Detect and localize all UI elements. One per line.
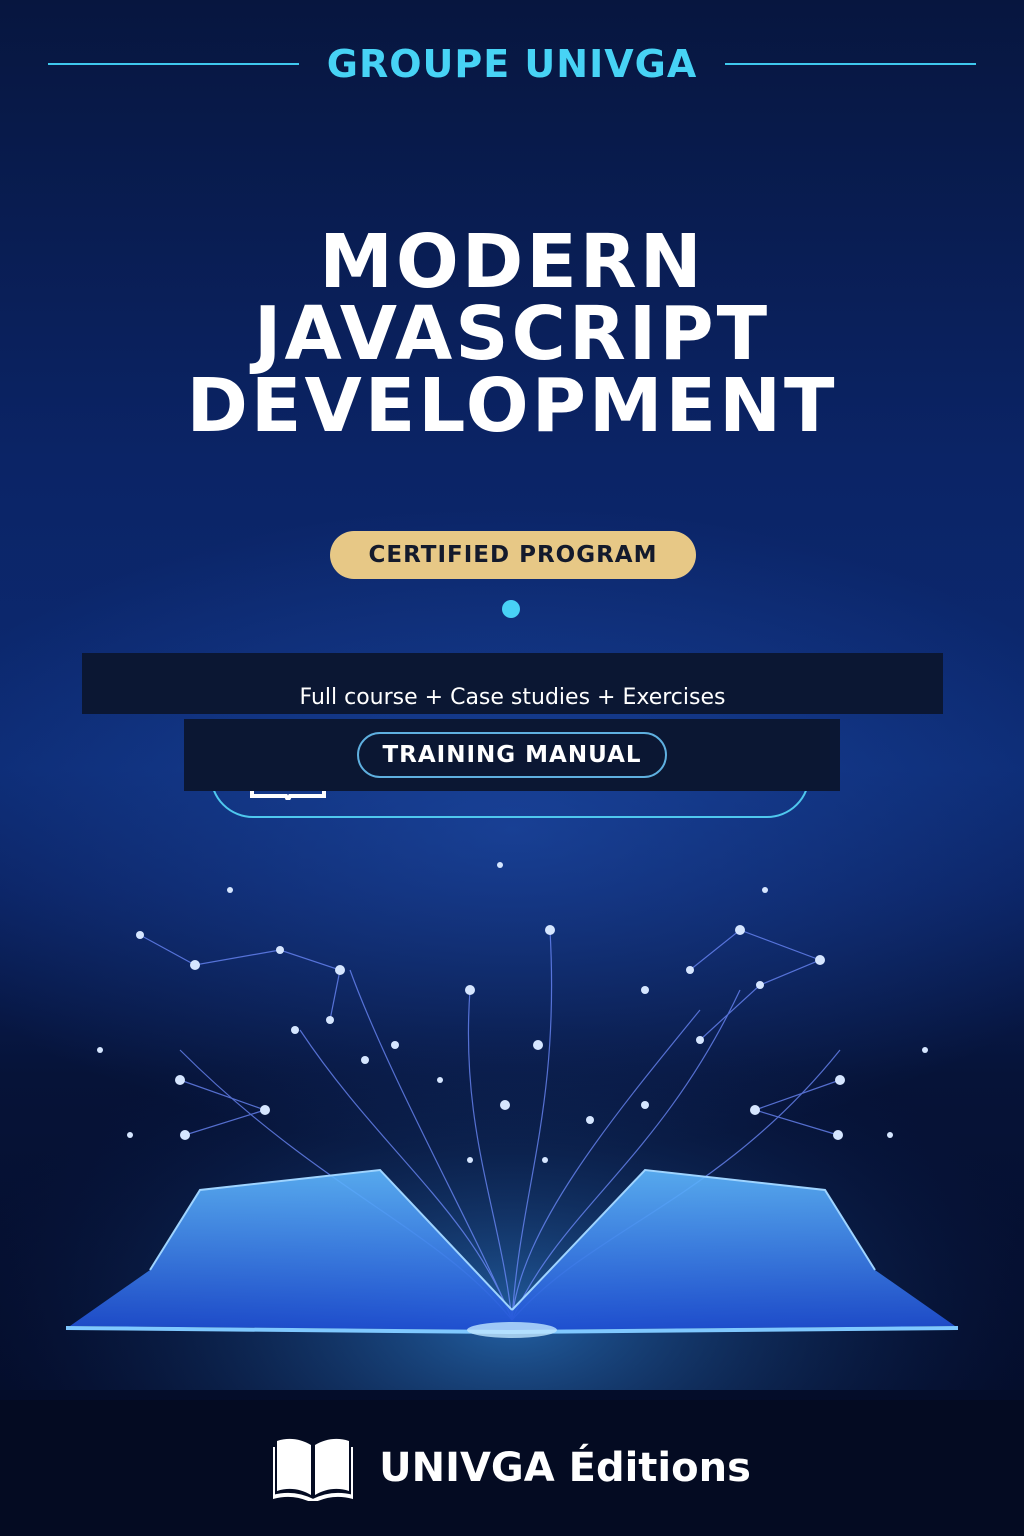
subtitle-band: Full course + Case studies + Exercises	[82, 653, 943, 714]
subtitle-text: Full course + Case studies + Exercises	[299, 685, 726, 710]
brand-divider-left	[48, 63, 299, 65]
open-book-icon	[273, 1438, 354, 1501]
publisher-footer: UNIVGA Éditions	[0, 1400, 1024, 1536]
certified-badge: CERTIFIED PROGRAM	[330, 531, 696, 579]
title-line-3: DEVELOPMENT	[186, 363, 838, 449]
brand-divider-right	[725, 63, 976, 65]
brand-name: GROUPE UNIVGA	[326, 42, 698, 86]
open-book-illustration	[0, 830, 1024, 1390]
training-manual-pill: TRAINING MANUAL	[357, 732, 667, 778]
title-line-2: JAVASCRIPT	[253, 291, 771, 377]
publisher-name: UNIVGA Éditions	[379, 1445, 751, 1491]
title-line-1: MODERN	[319, 219, 705, 305]
accent-dot	[502, 600, 520, 618]
book-title: MODERN JAVASCRIPT DEVELOPMENT	[40, 219, 984, 449]
brand-header: GROUPE UNIVGA	[48, 38, 976, 90]
